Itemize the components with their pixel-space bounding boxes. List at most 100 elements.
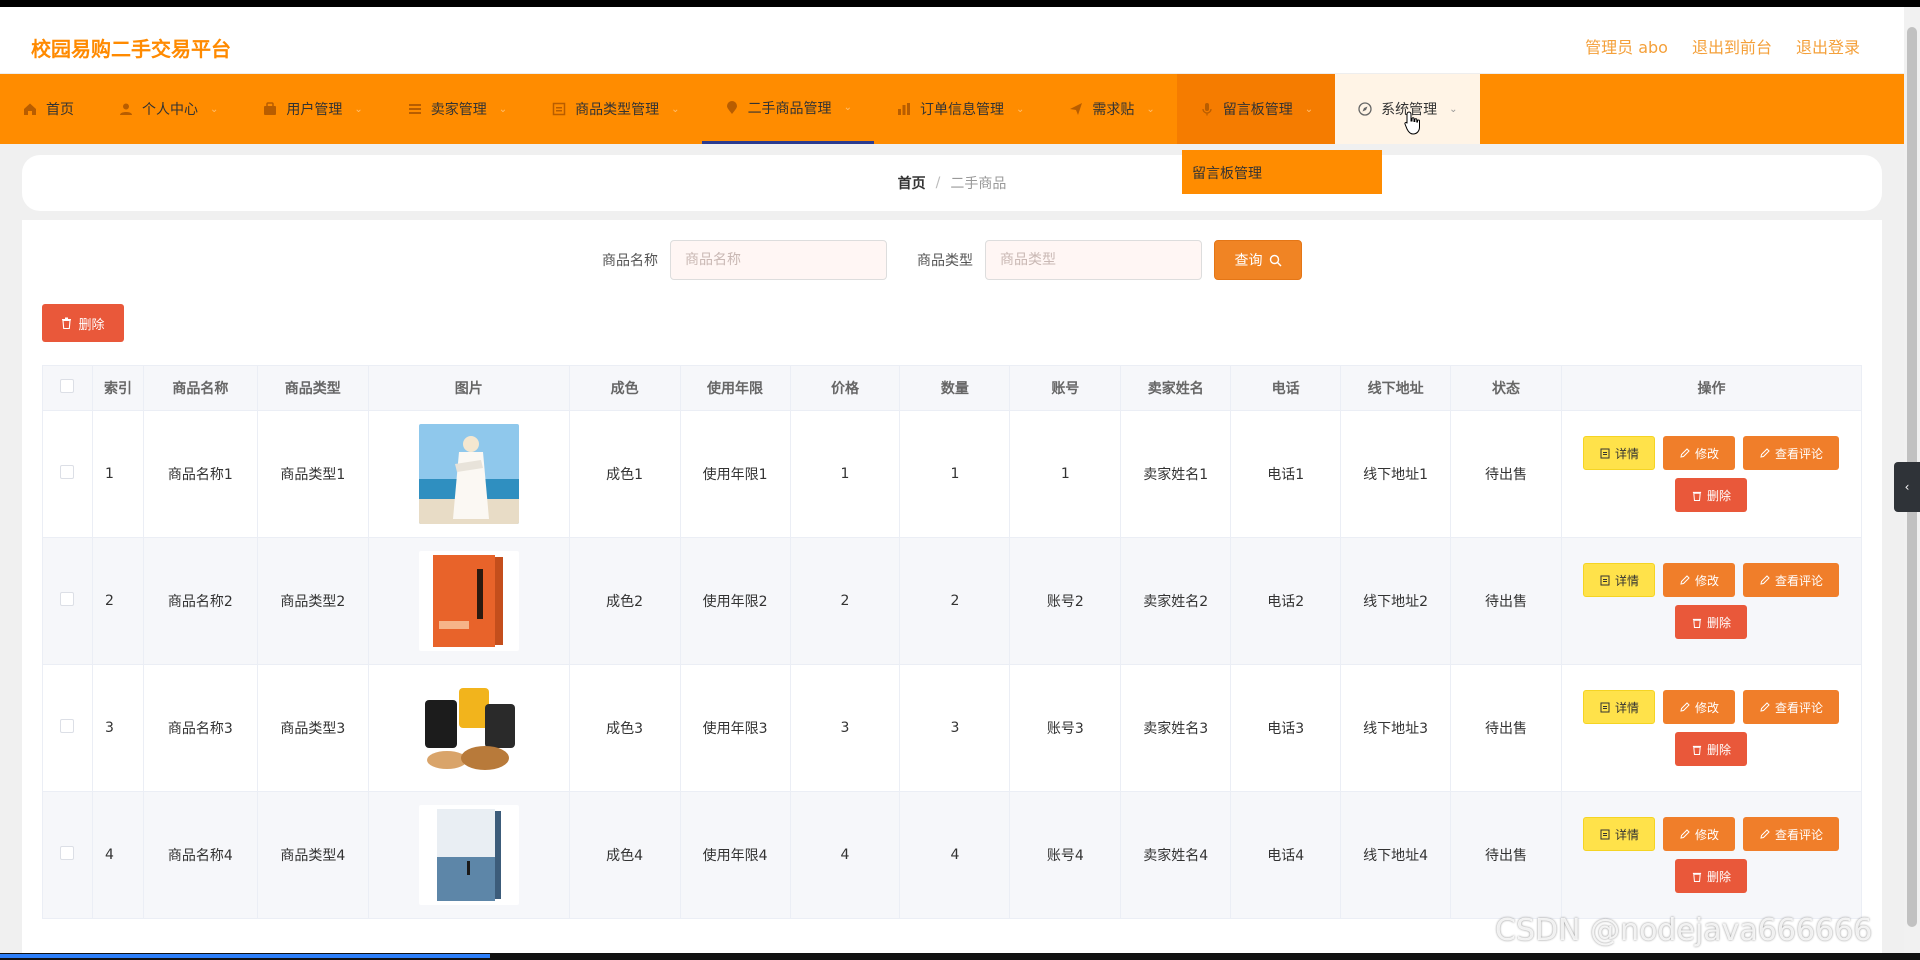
pencil-icon xyxy=(1760,829,1770,839)
nav-personal-center[interactable]: 个人中心 ⌄ xyxy=(96,74,240,144)
select-all-cell[interactable] xyxy=(42,365,93,411)
cell-name: 商品名称3 xyxy=(142,664,258,792)
nav-label: 留言板管理 xyxy=(1222,102,1293,118)
table-header-row: 索引 商品名称 商品类型 图片 成色 使用年限 价格 数量 账号 卖家姓名 电话… xyxy=(42,365,1863,411)
nav-label: 二手商品管理 xyxy=(747,100,832,117)
top-header: 校园易购二手交易平台 管理员 abo 退出到前台 退出登录 xyxy=(0,7,1904,74)
edit-button[interactable]: 修改 xyxy=(1663,817,1736,851)
doc-icon xyxy=(551,101,567,117)
user-icon xyxy=(118,101,134,117)
row-select-cell[interactable] xyxy=(42,537,93,665)
mic-icon xyxy=(1199,101,1215,117)
nav-secondhand-management[interactable]: 二手商品管理 ⌄ xyxy=(701,74,874,144)
delete-button[interactable]: 删除 xyxy=(1675,478,1748,512)
doc-icon xyxy=(1600,702,1610,712)
table-header: 图片 xyxy=(367,365,570,411)
row-checkbox[interactable] xyxy=(60,719,75,733)
cell-image xyxy=(367,664,570,792)
cell-account: 账号2 xyxy=(1009,537,1122,665)
breadcrumb-home[interactable]: 首页 xyxy=(898,173,926,193)
logout-link[interactable]: 退出登录 xyxy=(1796,34,1860,58)
nav-home[interactable]: 首页 xyxy=(0,74,96,144)
cell-index: 3 xyxy=(91,664,144,792)
table-header: 账号 xyxy=(1009,365,1122,411)
detail-button[interactable]: 详情 xyxy=(1583,817,1656,851)
cell-status: 待出售 xyxy=(1450,664,1562,792)
chevron-down-icon: ⌄ xyxy=(210,103,219,115)
nav-seller-management[interactable]: 卖家管理 ⌄ xyxy=(385,74,529,144)
delete-button[interactable]: 删除 xyxy=(1675,605,1748,639)
view-review-button[interactable]: 查看评论 xyxy=(1743,817,1840,851)
system-dropdown-item-message-board[interactable]: 留言板管理 xyxy=(1182,150,1382,194)
nav-message-board[interactable]: 留言板管理 ⌄ xyxy=(1176,74,1336,144)
batch-delete-button[interactable]: 删除 xyxy=(42,304,124,342)
exit-to-frontend-link[interactable]: 退出到前台 xyxy=(1692,34,1772,58)
pencil-icon xyxy=(1760,448,1770,458)
pencil-icon xyxy=(1680,829,1690,839)
cell-status: 待出售 xyxy=(1450,410,1562,538)
view-review-button[interactable]: 查看评论 xyxy=(1743,436,1840,470)
trash-icon xyxy=(1692,491,1702,501)
chevron-left-icon: ‹ xyxy=(1904,480,1910,494)
detail-label: 详情 xyxy=(1614,573,1639,588)
chevron-down-icon: ⌄ xyxy=(1015,103,1025,115)
cell-phone: 电话4 xyxy=(1230,791,1342,919)
delete-button[interactable]: 删除 xyxy=(1675,859,1748,893)
row-checkbox[interactable] xyxy=(60,592,75,606)
select-all-checkbox[interactable] xyxy=(60,379,75,393)
row-checkbox[interactable] xyxy=(60,846,75,860)
nav-user-management[interactable]: 用户管理 ⌄ xyxy=(240,74,384,144)
view-review-button[interactable]: 查看评论 xyxy=(1743,690,1840,724)
product-type-input[interactable] xyxy=(985,240,1202,280)
cell-type: 商品类型1 xyxy=(256,410,369,538)
side-panel-toggle[interactable]: ‹ xyxy=(1894,462,1920,512)
cell-phone: 电话3 xyxy=(1230,664,1342,792)
query-button[interactable]: 查询 xyxy=(1214,240,1302,280)
row-select-cell[interactable] xyxy=(42,410,93,538)
edit-button[interactable]: 修改 xyxy=(1663,690,1736,724)
delete-label: 删除 xyxy=(1706,869,1731,884)
delete-label: 删除 xyxy=(1706,742,1731,757)
nav-demand-post[interactable]: 需求贴 ⌄ xyxy=(1046,74,1176,144)
nav-category-management[interactable]: 商品类型管理 ⌄ xyxy=(529,74,701,144)
delete-button[interactable]: 删除 xyxy=(1675,732,1748,766)
chevron-down-icon: ⌄ xyxy=(354,103,363,115)
detail-button[interactable]: 详情 xyxy=(1583,436,1656,470)
cell-grade: 成色1 xyxy=(568,410,681,538)
nav-label: 个人中心 xyxy=(142,102,198,118)
cell-name: 商品名称4 xyxy=(142,791,258,919)
nav-order-management[interactable]: 订单信息管理 ⌄ xyxy=(874,74,1046,144)
edit-button[interactable]: 修改 xyxy=(1663,436,1736,470)
cell-index: 2 xyxy=(91,537,144,665)
main-nav: 首页 个人中心 ⌄ 用户管理 ⌄ 卖家管理 ⌄ 商品类型管理 ⌄ 二手商品管理 … xyxy=(0,74,1904,144)
cell-account: 1 xyxy=(1009,410,1122,538)
delete-label: 删除 xyxy=(1706,615,1731,630)
cell-address: 线下地址3 xyxy=(1340,664,1452,792)
nav-label: 首页 xyxy=(46,102,74,118)
row-select-cell[interactable] xyxy=(42,791,93,919)
product-image xyxy=(418,678,519,778)
chevron-down-icon: ⌄ xyxy=(1304,103,1314,115)
admin-user-link[interactable]: 管理员 abo xyxy=(1585,34,1668,58)
product-name-input[interactable] xyxy=(670,240,887,280)
edit-label: 修改 xyxy=(1694,827,1719,842)
trash-icon xyxy=(1692,872,1702,882)
edit-button[interactable]: 修改 xyxy=(1663,563,1736,597)
detail-label: 详情 xyxy=(1614,446,1639,461)
breadcrumb-separator: / xyxy=(935,175,941,191)
users-icon xyxy=(262,101,278,117)
send-icon xyxy=(1068,101,1084,117)
delete-label: 删除 xyxy=(1706,488,1731,503)
cell-grade: 成色2 xyxy=(568,537,681,665)
row-checkbox[interactable] xyxy=(60,465,75,479)
table-header: 商品名称 xyxy=(142,365,258,411)
detail-button[interactable]: 详情 xyxy=(1583,690,1656,724)
view-review-button[interactable]: 查看评论 xyxy=(1743,563,1840,597)
doc-icon xyxy=(1600,448,1610,458)
mouse-cursor-icon xyxy=(1404,111,1420,135)
detail-label: 详情 xyxy=(1614,700,1639,715)
cell-ops: 详情 修改 查看评论 删除 xyxy=(1560,664,1863,792)
row-select-cell[interactable] xyxy=(42,664,93,792)
detail-button[interactable]: 详情 xyxy=(1583,563,1656,597)
product-image xyxy=(418,424,519,524)
